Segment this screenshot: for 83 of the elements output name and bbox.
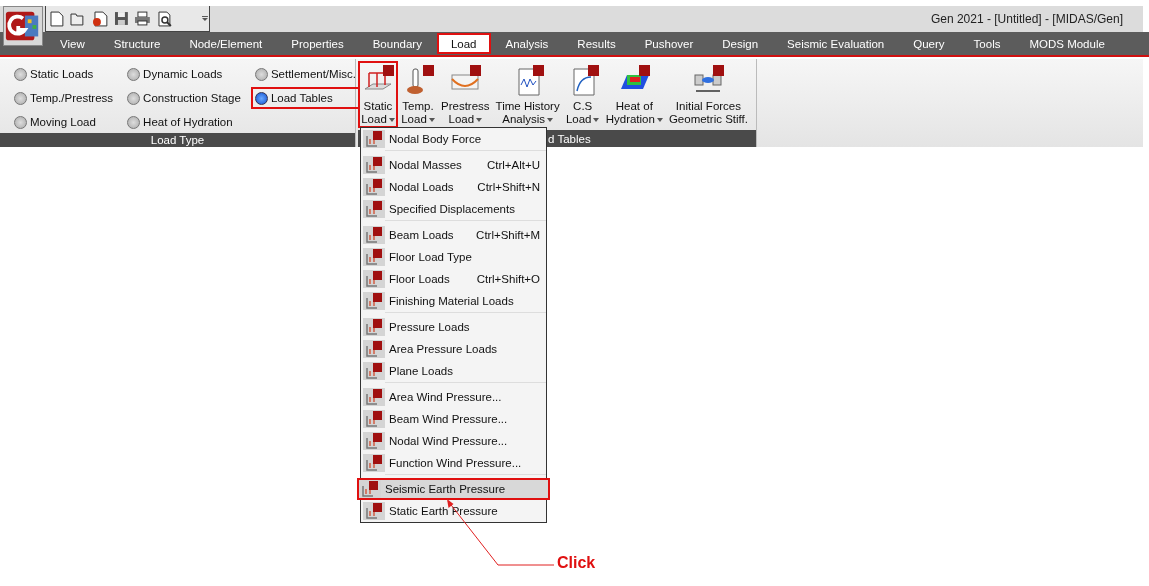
load-icon <box>365 156 383 174</box>
menu-tab[interactable]: Results <box>563 33 630 54</box>
radio-option[interactable]: Load Tables <box>250 87 360 109</box>
window-title: Gen 2021 - [Untitled] - [MIDAS/Gen] <box>930 12 1123 26</box>
menu-item[interactable]: Seismic Earth Pressure <box>357 478 550 500</box>
ribbon-button[interactable]: Initial Forces Geometric Stiff. <box>665 61 751 128</box>
load-icon <box>365 340 383 358</box>
print-icon[interactable] <box>134 11 152 26</box>
menu-item[interactable]: Nodal Loads Ctrl+Shift+N <box>361 176 546 198</box>
ribbon-button[interactable]: Prestress Load <box>438 61 493 128</box>
ribbon-button[interactable]: Temp. Load <box>398 61 438 128</box>
menu-tab[interactable]: Design <box>708 33 773 54</box>
print-preview-icon[interactable] <box>157 10 174 27</box>
load-icon <box>365 432 383 450</box>
menu-item[interactable]: Static Earth Pressure <box>361 500 546 522</box>
menu-item[interactable]: Area Wind Pressure... <box>361 386 546 408</box>
radio-button-icon[interactable] <box>254 67 268 81</box>
menu-item[interactable]: Nodal Wind Pressure... <box>361 430 546 452</box>
load-icon <box>365 410 383 428</box>
radio-option[interactable]: Static Loads <box>10 63 118 85</box>
load-icon <box>365 270 383 288</box>
menu-tab[interactable]: MODS Module <box>1015 33 1119 54</box>
menu-tab[interactable]: Pushover <box>630 33 708 54</box>
menu-item[interactable]: Floor Loads Ctrl+Shift+O <box>361 268 546 290</box>
load-icon <box>365 454 383 472</box>
ribbon-button[interactable]: Static Load <box>358 61 398 128</box>
radio-option[interactable]: Construction Stage <box>123 87 245 109</box>
ribbon-button[interactable]: Time History Analysis <box>492 61 563 128</box>
load-icon <box>365 502 383 520</box>
menu-item[interactable]: Plane Loads <box>361 360 546 382</box>
menu-tab[interactable]: Load <box>436 33 491 54</box>
save-icon[interactable] <box>113 11 129 26</box>
radio-option[interactable]: Heat of Hydration <box>123 111 245 133</box>
load-icon <box>365 178 383 196</box>
menu-tab[interactable]: Structure <box>99 33 175 54</box>
radio-option[interactable]: Moving Load <box>10 111 118 133</box>
ribbon-button[interactable]: C.S Load <box>562 61 603 128</box>
menu-tab[interactable]: Analysis <box>491 33 563 54</box>
menu-tab[interactable]: Properties <box>277 33 358 54</box>
annotation-label: Click <box>557 554 596 572</box>
menu-tab[interactable]: Node/Element <box>175 33 277 54</box>
radio-button-icon[interactable] <box>14 67 27 81</box>
open-folder-icon[interactable] <box>69 11 86 26</box>
load-icon <box>361 480 379 498</box>
radio-button-icon[interactable] <box>127 67 141 81</box>
new-file-icon[interactable] <box>50 10 64 27</box>
menu-item[interactable]: Area Pressure Loads <box>361 338 546 360</box>
load-icon <box>365 388 383 406</box>
menu-tab[interactable]: Query <box>899 33 959 54</box>
load-icon <box>365 292 383 310</box>
load-icon <box>365 130 383 148</box>
radio-button-icon[interactable] <box>254 91 268 105</box>
radio-option[interactable]: Dynamic Loads <box>123 63 245 85</box>
group-title: Load Type <box>150 134 205 146</box>
menu-tab[interactable]: View <box>46 33 99 54</box>
radio-option[interactable]: Settlement/Misc. <box>250 63 360 85</box>
load-icon <box>365 362 383 380</box>
load-icon <box>365 248 383 266</box>
radio-option[interactable]: Temp./Prestress <box>10 87 118 109</box>
menu-item[interactable]: Pressure Loads <box>361 316 546 338</box>
menu-tab[interactable]: Tools <box>959 33 1015 54</box>
radio-button-icon[interactable] <box>14 115 27 129</box>
menu-item[interactable]: Specified Displacements <box>361 198 546 220</box>
menu-tab[interactable]: Boundary <box>358 33 436 54</box>
radio-button-icon[interactable] <box>127 91 141 105</box>
radio-button-icon[interactable] <box>127 115 141 129</box>
menu-item[interactable]: Nodal Body Force <box>361 128 546 150</box>
load-icon <box>365 318 383 336</box>
load-icon <box>365 200 383 218</box>
menu-item[interactable]: Function Wind Pressure... <box>361 452 546 474</box>
ribbon-button[interactable]: Heat of Hydration <box>602 61 666 128</box>
group-title: d Tables <box>548 132 591 145</box>
menu-item[interactable]: Beam Loads Ctrl+Shift+M <box>361 224 546 246</box>
menu-item[interactable]: Finishing Material Loads <box>361 290 546 312</box>
load-icon <box>365 226 383 244</box>
customize-caret-icon[interactable] <box>201 15 209 22</box>
menu-item[interactable]: Beam Wind Pressure... <box>361 408 546 430</box>
menu-item[interactable]: Floor Load Type <box>361 246 546 268</box>
radio-button-icon[interactable] <box>14 91 27 105</box>
menu-tab[interactable]: Seismic Evaluation <box>773 33 899 54</box>
file-info-icon[interactable] <box>91 10 108 27</box>
app-logo-icon[interactable] <box>3 6 43 46</box>
menu-item[interactable]: Nodal Masses Ctrl+Alt+U <box>361 154 546 176</box>
